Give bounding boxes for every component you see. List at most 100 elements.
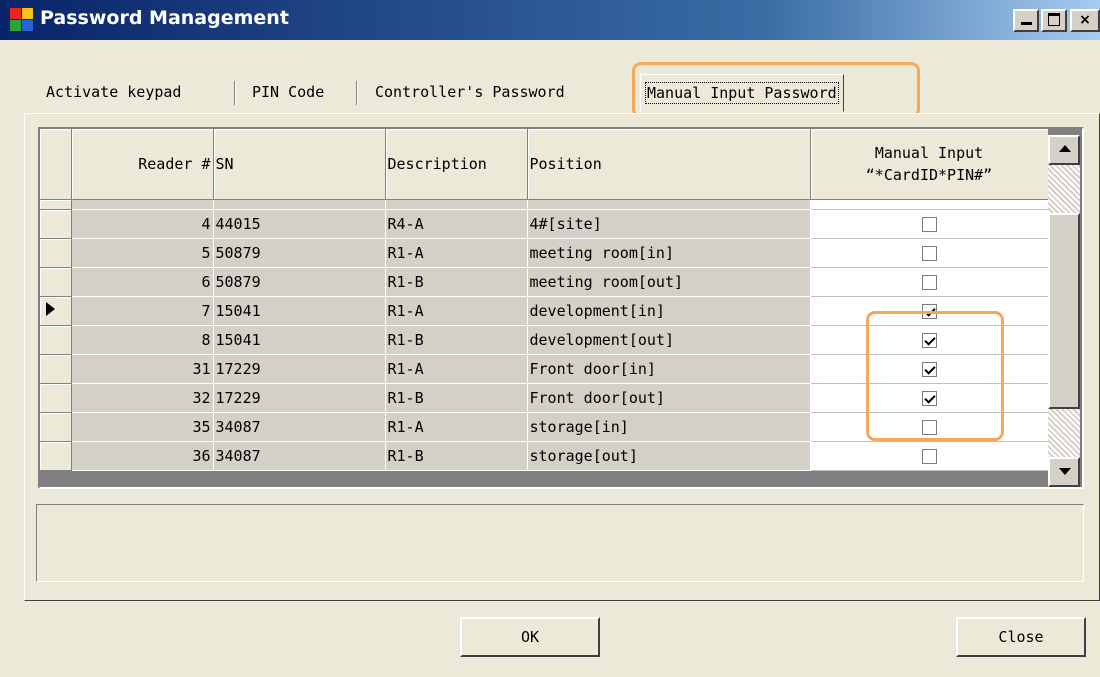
cell-manual-input [810,383,1049,413]
ok-button[interactable]: OK [460,617,600,657]
tab-controllers-password[interactable]: Controller's Password [375,74,565,110]
cell-sn[interactable]: 15041 [213,325,386,355]
minimize-icon [1020,21,1032,25]
cell-manual-input [810,354,1049,384]
row-selector[interactable] [40,325,72,355]
checkbox-unchecked[interactable] [921,246,937,261]
cell-manual-input [810,209,1049,239]
row-selector[interactable] [40,354,72,384]
cell-description[interactable]: R1-B [385,441,528,471]
cell-reader[interactable]: 31 [71,354,214,384]
scroll-thumb[interactable] [1048,213,1080,409]
maximize-icon [1048,13,1060,26]
maximize-button[interactable] [1041,9,1067,32]
checkbox-unchecked[interactable] [921,217,937,232]
cell-manual-input [810,238,1049,268]
checkbox-unchecked[interactable] [921,275,937,290]
cell-sn[interactable]: 50879 [213,267,386,297]
row-selector[interactable] [40,267,72,297]
cell-description[interactable]: R1-B [385,267,528,297]
table-row[interactable]: 7 15041 R1-A development[in] [40,296,1049,326]
cell-reader[interactable]: 8 [71,325,214,355]
cell-position[interactable]: Front door[in] [527,354,811,384]
cell-position[interactable]: meeting room[in] [527,238,811,268]
column-header-reader[interactable]: Reader # [71,129,214,200]
scroll-down-button[interactable] [1048,457,1080,487]
window-title: Password Management [40,7,289,29]
row-selector[interactable] [40,296,72,326]
cell-reader[interactable]: 7 [71,296,214,326]
grid-vertical-scrollbar[interactable] [1048,135,1080,487]
tab-activate-keypad[interactable]: Activate keypad [46,74,181,110]
cell-reader[interactable]: 5 [71,238,214,268]
cell-position[interactable]: Front door[out] [527,383,811,413]
close-button[interactable]: Close [956,617,1086,657]
checkbox-checked[interactable] [921,391,937,406]
checkbox-checked[interactable] [921,304,937,319]
table-row[interactable]: 32 17229 R1-B Front door[out] [40,383,1049,413]
close-window-button[interactable]: × [1070,9,1100,32]
table-row-partial [40,199,1049,210]
cell-reader[interactable]: 4 [71,209,214,239]
cell-reader[interactable]: 6 [71,267,214,297]
cell-description[interactable]: R1-A [385,412,528,442]
tab-separator [234,81,236,105]
info-panel [36,504,1084,582]
cell-position[interactable]: meeting room[out] [527,267,811,297]
column-header-manual-input[interactable]: Manual Input “*CardID*PIN#” [810,129,1049,200]
cell-sn[interactable]: 34087 [213,412,386,442]
row-selector[interactable] [40,238,72,268]
table-row[interactable]: 31 17229 R1-A Front door[in] [40,354,1049,384]
cell-description[interactable]: R1-A [385,296,528,326]
table-row[interactable]: 8 15041 R1-B development[out] [40,325,1049,355]
table-row[interactable]: 35 34087 R1-A storage[in] [40,412,1049,442]
cell-manual-input [810,441,1049,471]
app-icon [10,8,34,32]
tab-separator [356,81,358,105]
row-selector[interactable] [40,441,72,471]
cell-description[interactable]: R1-B [385,383,528,413]
row-selector[interactable] [40,209,72,239]
arrow-down-icon [1059,468,1071,475]
cell-manual-input [810,296,1049,326]
arrow-up-icon [1059,145,1071,152]
tab-pin-code[interactable]: PIN Code [252,74,324,110]
table-row[interactable]: 6 50879 R1-B meeting room[out] [40,267,1049,297]
column-header-description[interactable]: Description [385,129,528,200]
cell-position[interactable]: development[in] [527,296,811,326]
cell-position[interactable]: 4#[site] [527,209,811,239]
checkbox-unchecked[interactable] [921,449,937,464]
cell-sn[interactable]: 17229 [213,354,386,384]
checkbox-unchecked[interactable] [921,420,937,435]
column-header-position[interactable]: Position [527,129,811,200]
cell-description[interactable]: R1-A [385,238,528,268]
reader-grid[interactable]: Reader # SN Description Position Manual … [38,127,1084,489]
cell-description[interactable]: R4-A [385,209,528,239]
cell-reader[interactable]: 36 [71,441,214,471]
cell-position[interactable]: development[out] [527,325,811,355]
table-row[interactable]: 5 50879 R1-A meeting room[in] [40,238,1049,268]
tab-manual-input-password[interactable]: Manual Input Password [640,74,844,112]
cell-sn[interactable]: 34087 [213,441,386,471]
checkbox-checked[interactable] [921,362,937,377]
table-row[interactable]: 36 34087 R1-B storage[out] [40,441,1049,471]
checkbox-checked[interactable] [921,333,937,348]
cell-position[interactable]: storage[out] [527,441,811,471]
minimize-button[interactable] [1013,9,1039,32]
cell-description[interactable]: R1-A [385,354,528,384]
cell-sn[interactable]: 44015 [213,209,386,239]
cell-sn[interactable]: 50879 [213,238,386,268]
grid-body: 4 44015 R4-A 4#[site] 5 50879 R1-A meeting room… [40,199,1049,471]
column-header-sn[interactable]: SN [213,129,386,200]
cell-reader[interactable]: 32 [71,383,214,413]
scroll-up-button[interactable] [1048,135,1080,165]
cell-sn[interactable]: 17229 [213,383,386,413]
table-row[interactable]: 4 44015 R4-A 4#[site] [40,209,1049,239]
cell-description[interactable]: R1-B [385,325,528,355]
cell-reader[interactable]: 35 [71,412,214,442]
title-bar: Password Management × [0,0,1100,40]
cell-sn[interactable]: 15041 [213,296,386,326]
row-selector[interactable] [40,412,72,442]
cell-position[interactable]: storage[in] [527,412,811,442]
row-selector[interactable] [40,383,72,413]
